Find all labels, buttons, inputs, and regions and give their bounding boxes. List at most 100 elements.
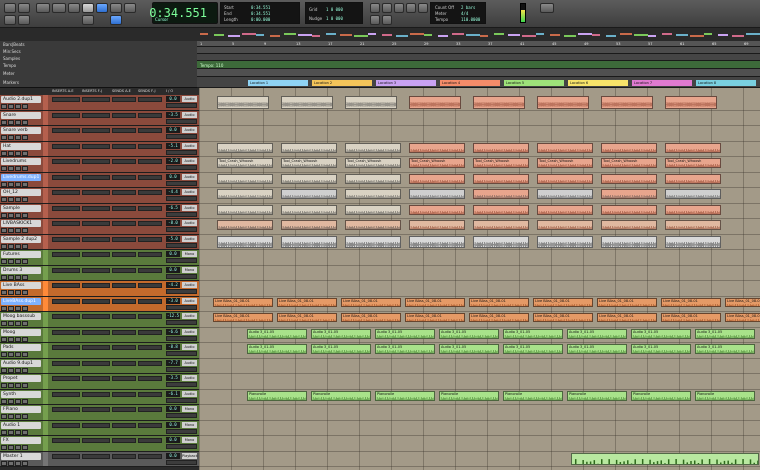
audio-clip[interactable]: Pianorolle [567, 390, 627, 401]
mute-button[interactable] [22, 274, 28, 280]
track-volume-value[interactable]: -4.2 [166, 282, 180, 288]
edit-playlist-area[interactable]: Tool_Crash_Whoosh Tool_Crash_Whoosh Tool_C… [199, 88, 760, 470]
record-icon[interactable] [418, 3, 428, 13]
selection-display[interactable]: Start 0:34.551 End 0:34.551 Length 0:00.… [220, 2, 300, 24]
track-name[interactable]: FPiano [1, 406, 41, 413]
input-monitor-button[interactable] [8, 414, 14, 419]
send-slot[interactable] [112, 314, 136, 319]
loop-icon[interactable] [370, 15, 380, 25]
insert-slot[interactable] [82, 391, 110, 397]
audio-clip[interactable]: Audio 3_01-05 [439, 344, 499, 354]
audio-clip[interactable]: Tool_Crash_Whoosh [601, 158, 657, 168]
mute-button[interactable] [22, 104, 28, 109]
audio-clip[interactable]: Audio 3_01-05 [311, 328, 371, 339]
insert-slot[interactable] [52, 314, 80, 319]
track-volume-value[interactable]: -2.0 [166, 158, 180, 164]
audio-clip[interactable]: Live BAss_01_08-01 [469, 313, 529, 322]
insert-slot[interactable] [52, 174, 80, 180]
solo-button[interactable] [15, 197, 21, 202]
track-volume-value[interactable]: 0.0 [166, 452, 180, 459]
send-slot[interactable] [138, 407, 162, 412]
audio-clip[interactable]: Tool_Crash_Whoosh [537, 158, 593, 168]
track-name[interactable]: Snare [1, 111, 41, 119]
tempo-ruler[interactable] [197, 61, 760, 69]
insert-slot[interactable] [52, 236, 80, 242]
track-name[interactable]: Livedrums.dup1 [1, 173, 41, 181]
solo-button[interactable] [15, 352, 21, 357]
audio-clip[interactable] [217, 142, 273, 153]
track-name[interactable]: Moog basssub [1, 313, 41, 320]
mute-button[interactable] [22, 243, 28, 249]
selection-length-value[interactable]: 0:00.000 [251, 17, 270, 22]
record-enable-button[interactable] [1, 460, 7, 466]
solo-button[interactable] [15, 305, 21, 311]
solo-button[interactable] [15, 119, 21, 125]
track-volume-value[interactable]: 0.0 [166, 406, 180, 412]
input-monitor-button[interactable] [8, 181, 14, 187]
track-header[interactable]: Audio 1 0.0 Mono [0, 420, 199, 436]
selection-start-value[interactable]: 0:34.551 [251, 5, 270, 10]
tempo-display[interactable]: Count Off 2 bars Meter 4/4 Tempo 110.000… [430, 2, 486, 24]
count-off-value[interactable]: 2 bars [461, 5, 475, 10]
audio-clip[interactable] [281, 220, 337, 230]
send-slot[interactable] [112, 112, 136, 118]
audio-clip[interactable] [473, 173, 529, 184]
mute-button[interactable] [22, 119, 28, 125]
solo-button[interactable] [15, 460, 21, 466]
track-output-selector[interactable] [166, 366, 197, 372]
send-slot[interactable] [138, 391, 162, 397]
insert-slot[interactable] [52, 112, 80, 118]
audio-clip[interactable] [217, 204, 273, 215]
solo-button[interactable] [15, 383, 21, 388]
send-slot[interactable] [138, 221, 162, 226]
audio-clip[interactable]: Pianorolle [375, 390, 435, 401]
track-output-selector[interactable] [166, 134, 197, 139]
send-slot[interactable] [138, 422, 162, 428]
rewind-icon[interactable] [382, 3, 392, 13]
mute-button[interactable] [22, 414, 28, 419]
track-output-selector[interactable] [166, 459, 197, 465]
audio-clip[interactable] [537, 189, 593, 199]
track-io-selector[interactable]: Audio [182, 282, 197, 288]
send-slot[interactable] [112, 267, 136, 273]
nudge-value[interactable]: 1 0 000 [326, 16, 343, 21]
audio-clip[interactable]: Live BAss_01_08-01 [469, 297, 529, 307]
audio-clip[interactable] [409, 189, 465, 199]
track-name[interactable]: FX [1, 437, 41, 444]
track-header[interactable]: Drums 3 0.0 Mono [0, 265, 199, 281]
insert-slot[interactable] [52, 190, 80, 195]
audio-clip[interactable]: Live BAss_01_08-01 [533, 297, 593, 307]
insert-slot[interactable] [82, 236, 110, 242]
track-name[interactable]: Moog [1, 328, 41, 336]
audio-clip[interactable]: Live BAss_01_08-01 [341, 297, 401, 307]
send-slot[interactable] [138, 205, 162, 211]
track-output-selector[interactable] [166, 335, 197, 341]
audio-clip[interactable]: Pianorolle [439, 390, 499, 401]
input-monitor-button[interactable] [8, 321, 14, 326]
grid-value[interactable]: 1 0 000 [326, 7, 343, 12]
track-volume-value[interactable]: -6.5 [166, 204, 180, 211]
insert-slot[interactable] [82, 143, 110, 149]
track-header[interactable]: Propet -3.5 Audio [0, 374, 199, 390]
record-enable-button[interactable] [1, 119, 7, 125]
track-io-selector[interactable]: Mono [182, 251, 197, 257]
track-io-selector[interactable]: Mono [182, 421, 197, 428]
input-monitor-button[interactable] [8, 460, 14, 466]
audio-clip[interactable] [537, 220, 593, 230]
audio-clip[interactable] [409, 96, 461, 109]
audio-clip[interactable]: Live BAss_01_08-01 [597, 297, 657, 307]
track-header[interactable]: Pads -8.8 Audio [0, 343, 199, 359]
mute-button[interactable] [22, 228, 28, 233]
audio-clip[interactable]: Live BAss_01_08-01 [725, 297, 760, 307]
record-enable-button[interactable] [1, 336, 7, 342]
record-enable-button[interactable] [1, 398, 7, 404]
audio-clip[interactable]: Audio 3_01-05 [567, 344, 627, 354]
send-slot[interactable] [138, 112, 162, 118]
input-monitor-button[interactable] [8, 445, 14, 450]
audio-clip[interactable] [345, 96, 397, 109]
send-slot[interactable] [138, 314, 162, 319]
record-enable-button[interactable] [1, 150, 7, 156]
track-volume-value[interactable]: -3.0 [166, 297, 180, 304]
solo-button[interactable] [15, 367, 21, 373]
insert-slot[interactable] [82, 112, 110, 118]
